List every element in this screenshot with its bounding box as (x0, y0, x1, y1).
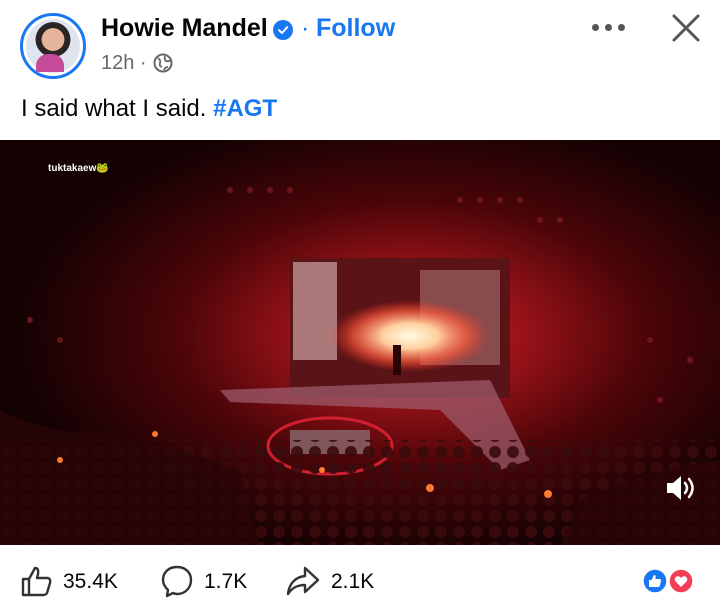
share-button[interactable]: 2.1K (286, 564, 396, 598)
like-reaction-icon (642, 568, 668, 594)
hashtag-link[interactable]: #AGT (213, 95, 277, 122)
more-options-icon[interactable] (592, 22, 626, 32)
comment-count: 1.7K (204, 570, 248, 593)
verified-badge-icon (273, 20, 293, 40)
author-avatar[interactable] (20, 13, 86, 79)
comment-icon (161, 565, 193, 598)
like-button[interactable]: 35.4K (20, 564, 130, 598)
post-header: Howie Mandel · Follow 12h · (0, 0, 720, 88)
post-time[interactable]: 12h · (101, 52, 147, 75)
reaction-summary[interactable] (642, 568, 698, 594)
volume-icon[interactable] (664, 473, 698, 503)
avatar-shirt (36, 54, 64, 72)
action-bar: 35.4K 1.7K 2.1K (0, 548, 720, 614)
post-caption: I said what I said. #AGT (21, 95, 277, 123)
like-count: 35.4K (63, 570, 118, 593)
video-watermark: tuktakaew🐸 (48, 163, 109, 174)
share-count: 2.1K (331, 570, 375, 593)
love-reaction-icon (668, 568, 694, 594)
globe-icon (153, 53, 173, 73)
follow-button[interactable]: Follow (316, 14, 395, 43)
share-icon (286, 566, 320, 596)
like-icon (21, 566, 52, 597)
author-name[interactable]: Howie Mandel (101, 14, 268, 43)
video-player[interactable] (0, 140, 720, 545)
comment-button[interactable]: 1.7K (160, 564, 270, 598)
caption-text: I said what I said. (21, 95, 214, 122)
close-icon[interactable] (670, 12, 702, 44)
video-frame (0, 140, 720, 545)
follow-separator: · (301, 14, 310, 42)
